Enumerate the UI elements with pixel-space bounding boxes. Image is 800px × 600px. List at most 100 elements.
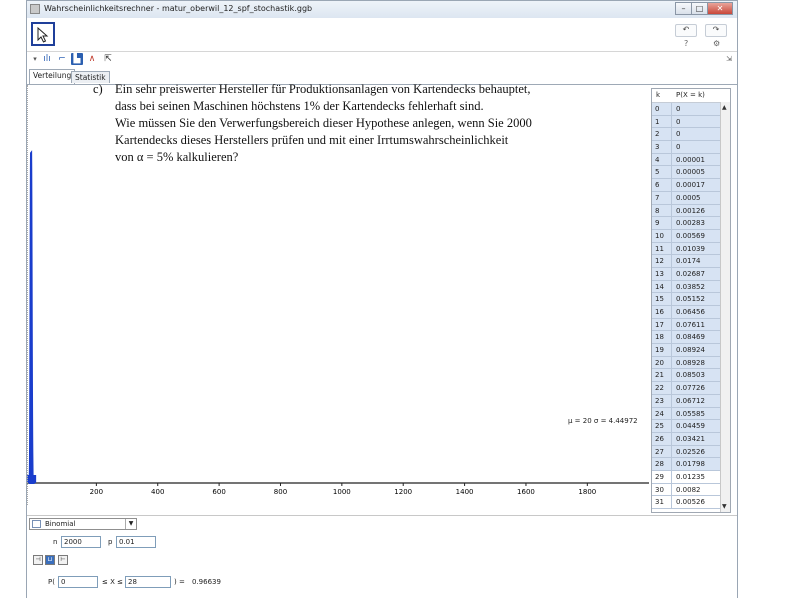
- column-header-p: P(X = k): [676, 91, 705, 99]
- table-row[interactable]: 15 0.05152: [652, 293, 722, 306]
- cell-probability: 0.07726: [672, 382, 722, 395]
- cell-k: 17: [652, 318, 672, 332]
- undo-button[interactable]: ↶: [675, 24, 697, 37]
- interval-button[interactable]: ⊔: [45, 555, 55, 565]
- cell-probability: 0.08503: [672, 369, 722, 383]
- distribution-value: Binomial: [45, 520, 76, 528]
- n-input[interactable]: 2000: [61, 536, 101, 548]
- cell-probability: 0.08924: [672, 344, 722, 357]
- cell-probability: 0: [672, 115, 722, 129]
- table-row[interactable]: 28 0.01798: [652, 458, 722, 471]
- table-row[interactable]: 30: [652, 141, 722, 154]
- cell-probability: 0: [672, 128, 722, 142]
- cell-k: 10: [652, 229, 672, 243]
- redo-button[interactable]: ↷: [705, 24, 727, 37]
- bar-graph-icon[interactable]: ılı: [41, 53, 53, 65]
- table-row[interactable]: 25 0.04459: [652, 420, 722, 433]
- view-options-bar: ▾ ılı ⌐ ▙ ∧ ⇱ ⇲: [27, 52, 737, 67]
- table-row[interactable]: 19 0.08924: [652, 344, 722, 357]
- table-row[interactable]: 7 0.0005: [652, 191, 722, 205]
- table-scrollbar[interactable]: ▲ ▼: [720, 102, 730, 512]
- cell-k: 21: [652, 369, 672, 383]
- move-tool-button[interactable]: [31, 22, 55, 46]
- x-tick-label: 1000: [333, 488, 351, 496]
- table-row[interactable]: 00: [652, 103, 722, 116]
- table-row[interactable]: 14 0.03852: [652, 280, 722, 294]
- help-icon[interactable]: ?: [684, 39, 688, 48]
- table-row[interactable]: 4 0.00001: [652, 153, 722, 167]
- cell-probability: 0.02687: [672, 267, 722, 281]
- cell-k: 13: [652, 267, 672, 281]
- cell-probability: 0.08469: [672, 331, 722, 345]
- x-tick-label: 1200: [394, 488, 412, 496]
- title-bar: Wahrscheinlichkeitsrechner - matur_oberw…: [27, 1, 737, 19]
- normal-curve-icon[interactable]: ∧: [86, 53, 98, 65]
- prob-prefix: P(: [48, 578, 55, 586]
- table-row[interactable]: 6 0.00017: [652, 179, 722, 192]
- maximize-button[interactable]: □: [691, 2, 708, 15]
- cell-probability: 0.01798: [672, 458, 722, 471]
- table-row[interactable]: 23 0.06712: [652, 394, 722, 408]
- cell-k: 1: [652, 115, 672, 129]
- p-input[interactable]: 0.01: [116, 536, 156, 548]
- cell-k: 6: [652, 179, 672, 192]
- cell-probability: 0.00017: [672, 179, 722, 192]
- table-row[interactable]: 8 0.00126: [652, 204, 722, 218]
- table-row[interactable]: 29 0.01235: [652, 470, 722, 484]
- x-tick-label: 600: [212, 488, 225, 496]
- table-row[interactable]: 17 0.07611: [652, 318, 722, 332]
- table-row[interactable]: 22 0.07726: [652, 382, 722, 395]
- minimize-button[interactable]: –: [675, 2, 692, 15]
- left-sided-button[interactable]: ⊣: [33, 555, 43, 565]
- close-button[interactable]: ✕: [707, 2, 733, 15]
- table-row[interactable]: 30 0.0082: [652, 483, 722, 497]
- scroll-down-icon[interactable]: ▼: [722, 503, 727, 510]
- table-row[interactable]: 12 0.0174: [652, 255, 722, 268]
- x-tick-label: 200: [90, 488, 103, 496]
- table-row[interactable]: 18 0.08469: [652, 331, 722, 345]
- cell-probability: 0.03852: [672, 280, 722, 294]
- table-row[interactable]: 13 0.02687: [652, 267, 722, 281]
- export-icon[interactable]: ⇱: [102, 53, 114, 65]
- cell-probability: 0.0005: [672, 191, 722, 205]
- menu-arrow-icon[interactable]: ▾: [29, 53, 41, 65]
- right-sided-button[interactable]: ⊢: [58, 555, 68, 565]
- n-label: n: [53, 538, 58, 546]
- step-graph-icon[interactable]: ⌐: [56, 53, 68, 65]
- table-row[interactable]: 11 0.01039: [652, 242, 722, 256]
- table-header: k P(X = k): [652, 89, 722, 103]
- table-row[interactable]: 10: [652, 115, 722, 129]
- upper-bound-input[interactable]: 28: [125, 576, 171, 588]
- distribution-select[interactable]: Binomial ▼: [29, 518, 137, 530]
- cell-k: 9: [652, 217, 672, 230]
- cell-probability: 0: [672, 103, 722, 116]
- table-row[interactable]: 20: [652, 128, 722, 142]
- settings-gear-icon[interactable]: ⚙: [713, 39, 720, 48]
- scroll-up-icon[interactable]: ▲: [722, 104, 727, 111]
- window-title: Wahrscheinlichkeitsrechner - matur_oberw…: [44, 4, 313, 13]
- histogram-icon[interactable]: ▙: [71, 53, 83, 65]
- table-row[interactable]: 26 0.03421: [652, 432, 722, 446]
- cell-k: 25: [652, 420, 672, 433]
- table-row[interactable]: 21 0.08503: [652, 369, 722, 383]
- table-row[interactable]: 20 0.08928: [652, 356, 722, 370]
- table-row[interactable]: 31 0.00526: [652, 496, 722, 509]
- pin-icon[interactable]: ⇲: [723, 53, 735, 65]
- table-row[interactable]: 16 0.06456: [652, 306, 722, 319]
- tab-distribution[interactable]: Verteilung: [29, 69, 76, 84]
- app-icon: [30, 4, 40, 14]
- table-row[interactable]: 24 0.05585: [652, 407, 722, 421]
- table-row[interactable]: 27 0.02526: [652, 445, 722, 459]
- chevron-down-icon[interactable]: ▼: [125, 519, 136, 529]
- problem-line-2: dass bei seinen Maschinen höchstens 1% d…: [115, 99, 484, 113]
- table-row[interactable]: 5 0.00005: [652, 166, 722, 180]
- cell-probability: 0.05585: [672, 407, 722, 421]
- cell-k: 28: [652, 458, 672, 471]
- distribution-icon: [32, 520, 41, 528]
- problem-line-5: von α = 5% kalkulieren?: [115, 150, 239, 164]
- lower-bound-input[interactable]: 0: [58, 576, 98, 588]
- table-row[interactable]: 9 0.00283: [652, 217, 722, 230]
- problem-line-3: Wie müssen Sie den Verwerfungsbereich di…: [115, 116, 532, 130]
- table-row[interactable]: 10 0.00569: [652, 229, 722, 243]
- cell-probability: 0.06456: [672, 306, 722, 319]
